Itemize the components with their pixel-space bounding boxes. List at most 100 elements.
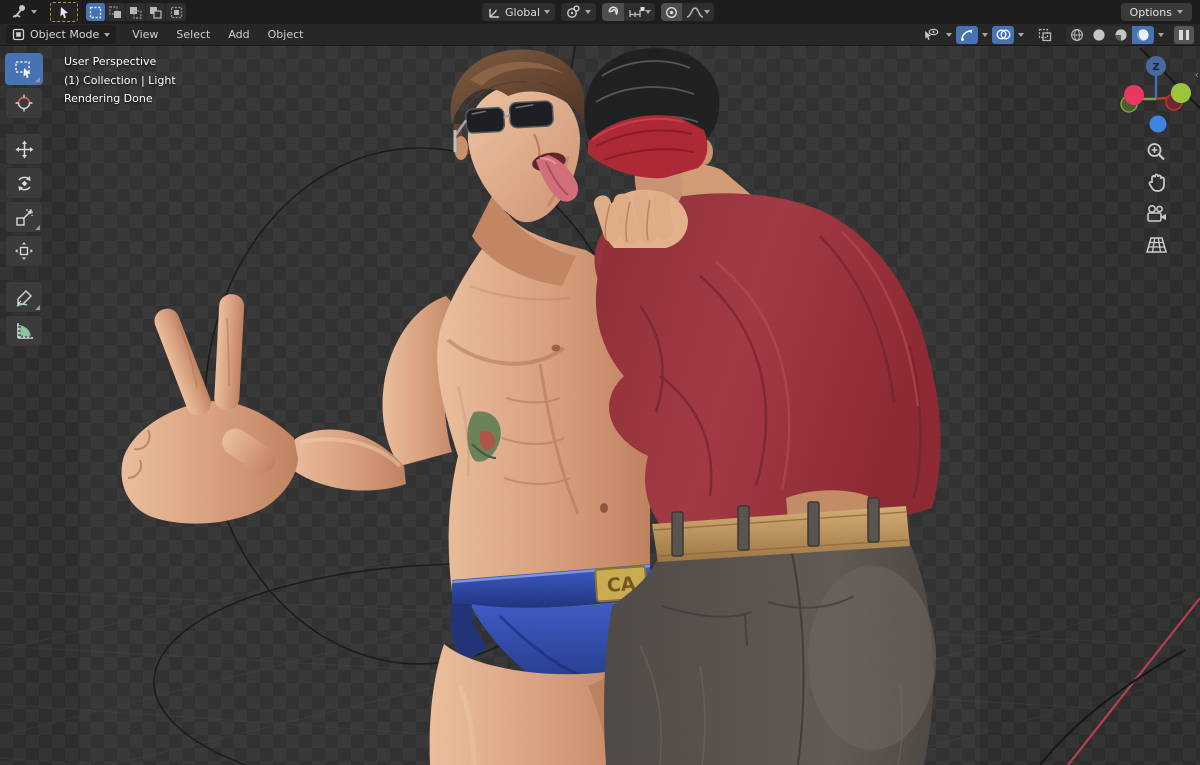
snap-target-button[interactable] [624,3,656,21]
editor-type-button[interactable] [6,2,42,22]
measure-icon [16,322,33,339]
proportional-falloff-button[interactable] [682,3,715,21]
mode-dropdown[interactable]: Object Mode [6,25,117,44]
visibility-dropdown-button[interactable] [920,26,942,44]
overlay-perspective: User Perspective [64,55,157,68]
camera-view-button[interactable] [1143,201,1169,227]
active-tool-button[interactable] [50,2,78,22]
shading-rendered-button[interactable] [1132,25,1154,44]
tool-transform[interactable] [5,235,43,267]
chevron-down-icon[interactable] [1158,32,1164,37]
shading-solid-button[interactable] [1088,26,1110,44]
gizmos-icon [961,29,973,41]
axis-z-label: Z [1152,62,1159,73]
magnet-icon [608,6,619,16]
pause-icon [1185,29,1189,40]
active-tool-select-box-icon [60,7,68,19]
render-noise [80,46,980,765]
axis-x-ball [1124,85,1144,105]
scale-icon [15,208,33,226]
chevron-down-icon [104,32,111,37]
options-button[interactable]: Options [1120,3,1192,21]
snap-toggle-button[interactable] [602,3,625,21]
select-mode-invert[interactable] [146,3,166,21]
chevron-down-icon [544,10,551,14]
axis-y-ball [1171,83,1191,103]
pan-button[interactable] [1143,170,1169,196]
menu-select[interactable]: Select [176,28,210,41]
chevron-down-icon[interactable] [946,32,952,37]
blender-window: Global Options Object Mode View Select A… [0,0,1200,765]
menu-view[interactable]: View [132,28,158,41]
shading-group [1066,25,1154,44]
tool-measure[interactable] [5,315,43,347]
toolbar-gap [5,269,43,279]
tool-cursor[interactable] [5,87,43,119]
pivot-point-dropdown[interactable] [561,3,597,21]
transform-orientation-dropdown[interactable]: Global [482,3,556,21]
chevron-down-icon[interactable] [982,32,988,37]
tool-annotate[interactable] [5,281,43,313]
move-icon [15,140,33,158]
nav-controls: Z [1120,52,1192,258]
pivot-point-icon [567,5,580,18]
xray-icon [1038,28,1052,41]
shading-solid-icon [1093,28,1105,41]
chevron-down-icon [585,10,592,14]
chevron-down-icon[interactable] [1018,32,1024,37]
shading-material-icon [1115,28,1127,41]
overlays-toggle[interactable] [992,25,1014,44]
snapping-group [602,3,656,21]
proportional-editing-icon [666,6,678,18]
orientation-axes-icon [488,7,500,18]
cursor-icon [15,94,33,112]
rotate-icon [17,175,31,191]
shading-wireframe-button[interactable] [1066,26,1088,44]
select-mode-set[interactable] [86,3,106,21]
axis-neg-z-ball [1149,115,1167,133]
annotate-icon [16,289,32,307]
viewport-canvas[interactable]: CA [0,46,1200,765]
select-mode-group [86,3,186,21]
shading-rendered-icon [1136,28,1149,41]
overlay-collection: (1) Collection | Light [64,73,176,87]
tool-move[interactable] [5,133,43,165]
sidebar-collapse-arrow[interactable]: ‹ [1195,68,1199,81]
overlay-render-status: Rendering Done [64,92,153,105]
orientation-gizmo[interactable]: Z [1120,52,1192,134]
camera-view-icon [1146,204,1166,222]
select-box-icon [15,60,31,78]
topbar: Global Options [0,0,1200,24]
tool-select-box[interactable] [5,53,43,85]
ortho-grid-button[interactable] [1143,232,1169,258]
chevron-down-icon [645,10,652,14]
proportional-edit-group [661,3,715,21]
zoom-button[interactable] [1143,139,1169,165]
menu-object[interactable]: Object [268,28,304,41]
proportional-edit-toggle[interactable] [661,3,683,21]
chevron-down-icon [31,10,37,14]
zoom-icon [1147,143,1165,161]
editor-type-icon [12,5,25,18]
overlays-icon [996,29,1010,40]
viewport-header: Object Mode View Select Add Object [0,24,1200,46]
tool-rotate[interactable] [5,167,43,199]
snap-increment-icon [629,6,645,17]
xray-toggle[interactable] [1034,26,1056,44]
gizmos-toggle[interactable] [956,25,978,44]
pause-render-button[interactable] [1174,25,1194,44]
tool-scale[interactable] [5,201,43,233]
selectability-visibility-icon [925,28,939,40]
toolbar [5,53,43,347]
viewport-menus: View Select Add Object [132,28,303,41]
chevron-down-icon [1177,10,1183,14]
select-mode-extend[interactable] [106,3,126,21]
subtool-indicator [35,77,40,82]
orientation-label: Global [505,5,541,19]
shading-material-button[interactable] [1110,26,1132,44]
menu-add[interactable]: Add [228,28,249,41]
object-mode-icon [12,28,25,41]
rendered-scene: CA [0,46,1200,765]
select-mode-subtract[interactable] [126,3,146,21]
select-mode-intersect[interactable] [166,3,186,21]
